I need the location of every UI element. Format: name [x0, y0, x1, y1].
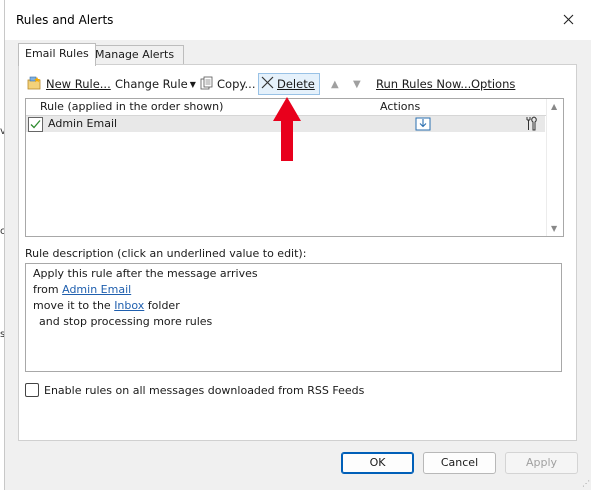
rules-list-scrollbar[interactable]: ▲ ▼: [546, 99, 563, 236]
rule-description-box: Apply this rule after the message arrive…: [25, 263, 562, 372]
tab-manage-alerts[interactable]: Manage Alerts: [88, 45, 184, 65]
delete-button[interactable]: Delete: [258, 73, 320, 95]
run-rules-now-button[interactable]: Run Rules Now...: [376, 74, 471, 94]
tab-email-rules[interactable]: Email Rules: [18, 43, 96, 66]
red-arrow-annotation-icon: [273, 97, 301, 164]
check-icon: [30, 120, 41, 129]
scroll-down-icon[interactable]: ▼: [551, 224, 557, 233]
dialog-title: Rules and Alerts: [16, 13, 114, 27]
copy-label: Copy...: [217, 77, 256, 91]
rss-rules-checkbox-row[interactable]: Enable rules on all messages downloaded …: [25, 383, 364, 397]
rss-rules-checkbox[interactable]: [25, 383, 39, 397]
change-rule-label: Change Rule: [115, 77, 188, 91]
new-rule-button[interactable]: New Rule...: [27, 74, 111, 94]
change-rule-button[interactable]: Change Rule ▼: [115, 74, 196, 94]
cancel-button[interactable]: Cancel: [423, 452, 496, 474]
new-rule-label: New Rule...: [46, 77, 111, 91]
column-header-rule[interactable]: Rule (applied in the order shown): [26, 99, 392, 116]
close-button[interactable]: [553, 6, 583, 32]
triangle-down-icon: ▼: [353, 78, 361, 90]
resize-grip-icon[interactable]: ⋰: [582, 479, 590, 488]
copy-icon: [200, 76, 214, 93]
apply-button[interactable]: Apply: [505, 452, 578, 474]
close-icon: [563, 14, 573, 24]
rules-toolbar: New Rule... Change Rule ▼ Copy... Delete…: [25, 73, 565, 95]
new-rule-icon: [27, 76, 43, 93]
rule-name: Admin Email: [48, 117, 118, 130]
chevron-down-icon: ▼: [189, 79, 196, 89]
options-label: Options: [471, 77, 516, 91]
target-folder-link[interactable]: Inbox: [114, 299, 144, 312]
description-line-3: move it to the Inbox folder: [33, 299, 180, 312]
description-line-4: and stop processing more rules: [39, 315, 213, 328]
dialog-titlebar: Rules and Alerts: [5, 0, 591, 40]
rule-description-label: Rule description (click an underlined va…: [25, 247, 307, 260]
description-move-text: move it to the: [33, 299, 115, 312]
rule-actions-tools-icon: [524, 116, 540, 134]
description-folder-text: folder: [144, 299, 180, 312]
rule-enabled-checkbox[interactable]: [28, 117, 43, 132]
description-from-text: from: [33, 283, 63, 296]
from-sender-link[interactable]: Admin Email: [62, 283, 131, 296]
scroll-up-icon[interactable]: ▲: [551, 102, 557, 111]
ok-button[interactable]: OK: [341, 452, 414, 474]
delete-x-icon: [261, 76, 274, 92]
column-header-actions[interactable]: Actions: [378, 99, 547, 116]
move-up-button[interactable]: ▲: [331, 74, 339, 94]
description-line-1: Apply this rule after the message arrive…: [33, 267, 258, 280]
move-to-folder-icon: [415, 116, 431, 134]
rss-rules-label: Enable rules on all messages downloaded …: [44, 383, 365, 397]
run-rules-label: Run Rules Now...: [376, 77, 472, 91]
rules-and-alerts-dialog: Rules and Alerts Email Rules Manage Aler…: [4, 0, 591, 490]
triangle-up-icon: ▲: [331, 78, 339, 90]
move-down-button[interactable]: ▼: [353, 74, 361, 94]
copy-button[interactable]: Copy...: [200, 74, 256, 94]
description-line-2: from Admin Email: [33, 283, 131, 296]
options-button[interactable]: Options: [471, 74, 515, 94]
delete-label: Delete: [277, 77, 315, 91]
